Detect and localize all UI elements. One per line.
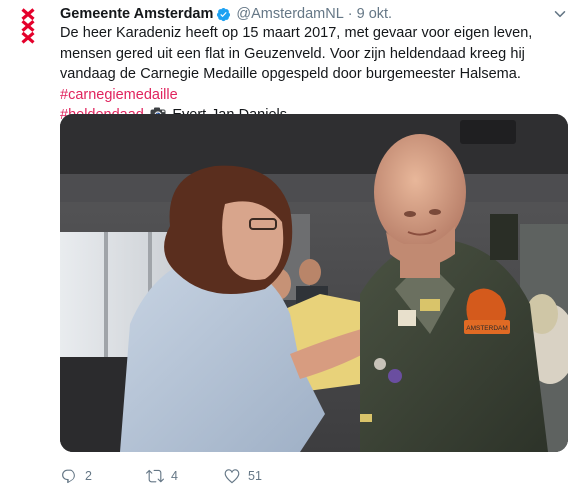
author-name[interactable]: Gemeente Amsterdam <box>60 5 213 23</box>
retweet-icon <box>146 469 164 483</box>
tweet-header: Gemeente Amsterdam @AmsterdamNL · 9 okt. <box>60 5 392 23</box>
author-handle[interactable]: @AmsterdamNL <box>236 5 343 23</box>
verified-icon <box>216 7 231 22</box>
header-separator: · <box>347 6 353 22</box>
tweet: Gemeente Amsterdam @AmsterdamNL · 9 okt.… <box>0 0 578 491</box>
like-count: 51 <box>248 469 262 483</box>
tweet-actions: 2 4 51 <box>60 466 303 486</box>
ceremony-photo: AMSTERDAM <box>60 114 568 452</box>
like-button[interactable]: 51 <box>223 467 303 485</box>
reply-button[interactable]: 2 <box>60 467 146 485</box>
tweet-text: De heer Karadeniz heeft op 15 maart 2017… <box>60 23 570 126</box>
retweet-button[interactable]: 4 <box>146 467 223 485</box>
tweet-timestamp[interactable]: 9 okt. <box>357 5 392 23</box>
hashtag-link[interactable]: #carnegiemedaille <box>60 87 178 103</box>
patch-text: AMSTERDAM <box>466 325 508 332</box>
tweet-photo[interactable]: AMSTERDAM <box>60 114 568 452</box>
chevron-down-icon <box>554 11 566 18</box>
amsterdam-logo-icon <box>6 4 50 48</box>
tweet-menu-button[interactable] <box>554 8 566 20</box>
heart-icon <box>224 469 240 484</box>
reply-icon <box>62 469 75 484</box>
avatar[interactable] <box>6 4 50 48</box>
reply-count: 2 <box>85 469 92 483</box>
retweet-count: 4 <box>171 469 178 483</box>
tweet-body: De heer Karadeniz heeft op 15 maart 2017… <box>60 25 533 82</box>
